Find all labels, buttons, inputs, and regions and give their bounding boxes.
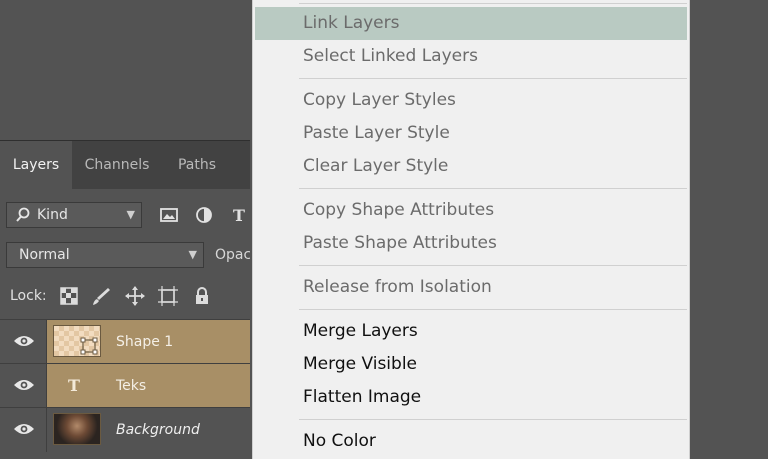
opacity-label: Opacity: <box>215 247 250 263</box>
adjustment-filter-icon[interactable] <box>191 202 217 228</box>
chevron-down-icon: ▼ <box>126 208 135 221</box>
menu-separator <box>299 3 687 4</box>
layer-name: Teks <box>116 378 147 394</box>
menu-item-select-linked-layers[interactable]: Select Linked Layers <box>253 40 689 73</box>
layers-panel: Layers Channels Paths Kind ▼ T Normal ▼ … <box>0 140 250 459</box>
layer-thumbnail-shape <box>53 325 101 357</box>
menu-item-merge-visible[interactable]: Merge Visible <box>253 348 689 381</box>
menu-separator <box>299 419 687 420</box>
type-filter-glyph: T <box>233 206 245 225</box>
menu-item-merge-layers[interactable]: Merge Layers <box>253 315 689 348</box>
blend-mode-select[interactable]: Normal ▼ <box>6 242 204 268</box>
type-filter-icon[interactable]: T <box>226 202 252 228</box>
menu-item-copy-layer-styles[interactable]: Copy Layer Styles <box>253 84 689 117</box>
layer-row-teks[interactable]: T Teks <box>0 363 250 408</box>
eye-icon <box>14 380 34 390</box>
layer-context-menu: Link Layers Select Linked Layers Copy La… <box>252 0 690 459</box>
lock-all-icon[interactable] <box>191 285 213 307</box>
blend-mode-value: Normal <box>19 247 70 263</box>
type-layer-icon: T <box>68 376 80 395</box>
lock-position-icon[interactable] <box>124 285 146 307</box>
tab-paths[interactable]: Paths <box>162 141 232 189</box>
filter-kind-select[interactable]: Kind ▼ <box>6 202 142 228</box>
menu-item-release-from-isolation[interactable]: Release from Isolation <box>253 271 689 304</box>
layer-visibility-toggle[interactable] <box>0 364 47 408</box>
menu-item-paste-shape-attributes[interactable]: Paste Shape Attributes <box>253 227 689 260</box>
layer-thumbnail-photo <box>53 413 101 445</box>
filter-kind-label: Kind <box>37 207 68 223</box>
lock-artboard-icon[interactable] <box>157 285 179 307</box>
menu-item-copy-shape-attributes[interactable]: Copy Shape Attributes <box>253 194 689 227</box>
lock-label: Lock: <box>10 288 47 304</box>
menu-separator <box>299 309 687 310</box>
eye-icon <box>14 336 34 346</box>
layer-row-background[interactable]: Background <box>0 407 250 452</box>
lock-transparent-pixels-icon[interactable] <box>58 285 80 307</box>
menu-item-clear-layer-style[interactable]: Clear Layer Style <box>253 150 689 183</box>
tab-channels[interactable]: Channels <box>72 141 162 189</box>
tab-layers[interactable]: Layers <box>0 141 72 189</box>
image-filter-icon[interactable] <box>156 202 182 228</box>
layer-name: Shape 1 <box>116 334 174 350</box>
menu-item-no-color[interactable]: No Color <box>253 425 689 458</box>
menu-item-link-layers[interactable]: Link Layers <box>255 7 687 40</box>
layer-row-shape-1[interactable]: Shape 1 <box>0 319 250 364</box>
eye-icon <box>14 424 34 434</box>
menu-separator <box>299 188 687 189</box>
layer-name: Background <box>116 422 200 438</box>
menu-separator <box>299 78 687 79</box>
menu-item-paste-layer-style[interactable]: Paste Layer Style <box>253 117 689 150</box>
chevron-down-icon: ▼ <box>188 248 197 261</box>
layer-visibility-toggle[interactable] <box>0 408 47 452</box>
menu-item-flatten-image[interactable]: Flatten Image <box>253 381 689 414</box>
lock-image-pixels-icon[interactable] <box>90 285 112 307</box>
menu-separator <box>299 265 687 266</box>
shape-layer-badge-icon <box>80 337 98 355</box>
layer-visibility-toggle[interactable] <box>0 320 47 364</box>
search-icon <box>15 203 31 235</box>
panel-tab-bar: Layers Channels Paths <box>0 140 250 189</box>
